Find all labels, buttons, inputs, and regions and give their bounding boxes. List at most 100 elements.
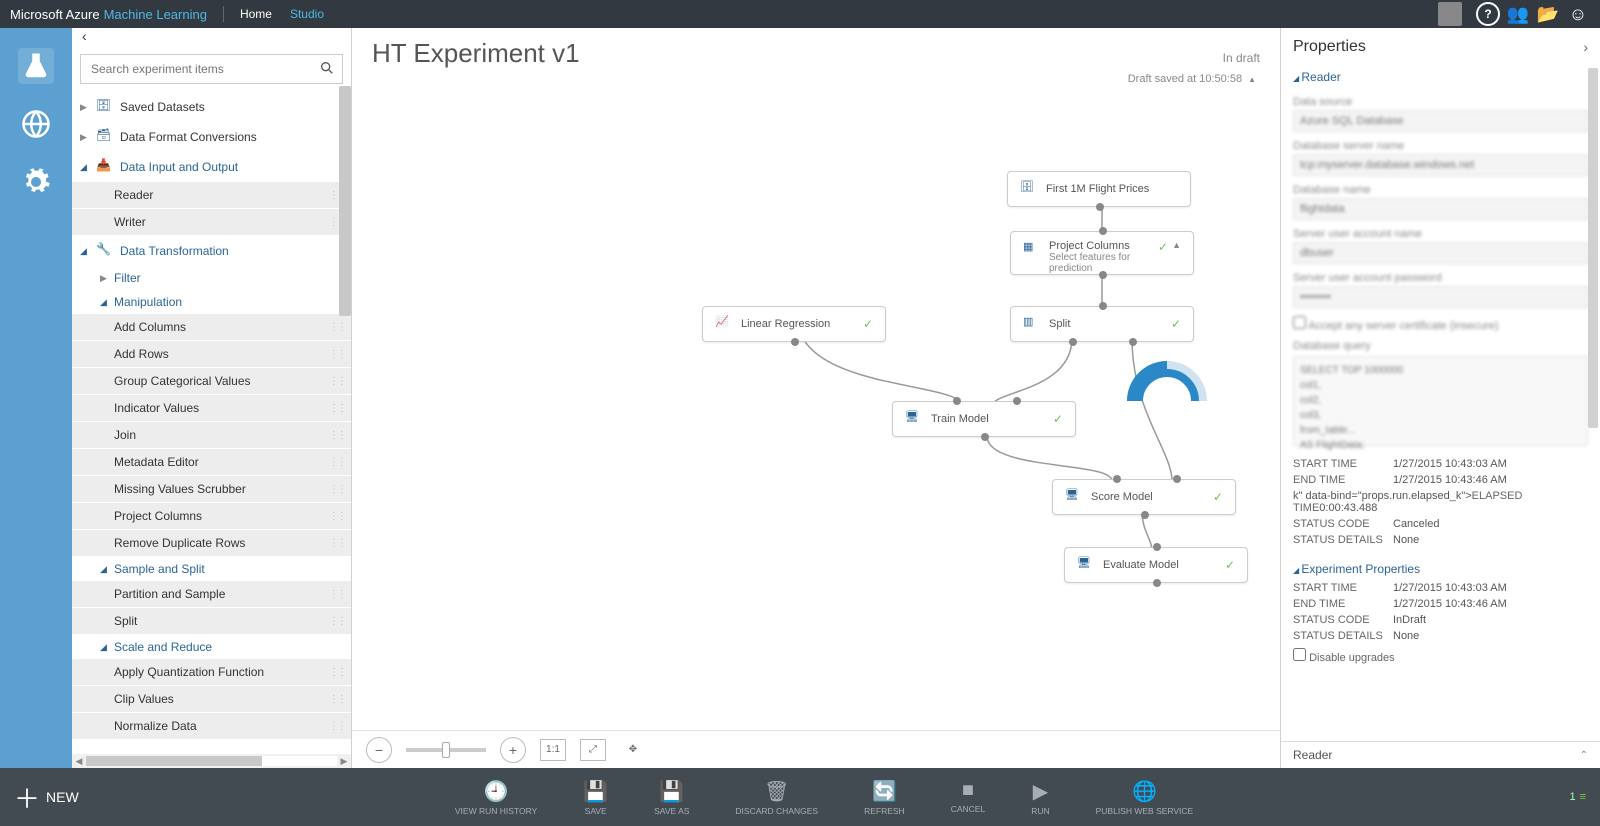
cat-data-io[interactable]: ◢📥Data Input and Output	[72, 152, 351, 182]
module-writer[interactable]: Writer⋮⋮	[72, 209, 351, 236]
module-quantization[interactable]: Apply Quantization Function⋮⋮	[72, 659, 351, 686]
save--button[interactable]: 💾SAVE	[583, 779, 608, 816]
module-missing-values[interactable]: Missing Values Scrubber⋮⋮	[72, 476, 351, 503]
database-icon: 🗄	[96, 98, 114, 116]
save-as-icon: 💾	[659, 779, 684, 804]
cancel-button[interactable]: ■CANCEL	[951, 779, 985, 816]
properties-panel: Properties › Reader Data source Azure SQ…	[1280, 28, 1600, 768]
bottom-bar: ＋NEW 🕘VIEW RUN HISTORY 💾SAVE 💾SAVE AS 🗑D…	[0, 768, 1600, 826]
properties-footer[interactable]: Reader⌃	[1281, 741, 1600, 768]
node-train-model[interactable]: 🖥 Train Model ✓	[892, 401, 1076, 437]
experiment-canvas[interactable]: 📥 Reader 🗄 First 1M Flight Prices ▦ Proj…	[352, 91, 1280, 730]
zoom-out-button[interactable]: −	[366, 737, 392, 763]
users-icon[interactable]: 👥	[1506, 2, 1530, 26]
prop-value[interactable]: tcp:myserver.database.windows.net	[1293, 154, 1588, 176]
prop-value[interactable]: ••••••••	[1293, 286, 1588, 308]
run-status-code: STATUS CODECanceled	[1293, 516, 1588, 532]
folder-icon[interactable]: 📂	[1536, 2, 1560, 26]
node-evaluate-model[interactable]: 🖥 Evaluate Model ✓	[1064, 547, 1248, 583]
view-run-history-button[interactable]: 🕘VIEW RUN HISTORY	[455, 779, 537, 816]
zoom-in-button[interactable]: +	[500, 737, 526, 763]
zoom-fit-button[interactable]: ⤢	[580, 739, 606, 761]
check-icon: ✓	[1213, 490, 1223, 504]
play-icon: ▶	[1033, 779, 1048, 804]
prop-value[interactable]: dbuser	[1293, 242, 1588, 264]
refresh-button[interactable]: 🔄REFRESH	[864, 779, 905, 816]
search-input[interactable]	[80, 54, 343, 84]
prop-label: Database server name	[1293, 140, 1588, 152]
new-button[interactable]: ＋NEW	[14, 779, 79, 816]
prop-label: Data source	[1293, 96, 1588, 108]
module-group-categorical[interactable]: Group Categorical Values⋮⋮	[72, 368, 351, 395]
nav-home[interactable]: Home	[240, 7, 272, 21]
collapse-properties-button[interactable]: ›	[1583, 39, 1588, 55]
prop-label: Server user account password	[1293, 272, 1588, 284]
module-split[interactable]: Split⋮⋮	[72, 608, 351, 635]
module-normalize[interactable]: Normalize Data⋮⋮	[72, 713, 351, 740]
node-project-columns[interactable]: ▦ Project ColumnsSelect features for pre…	[1010, 231, 1194, 275]
module-indicator-values[interactable]: Indicator Values⋮⋮	[72, 395, 351, 422]
evaluate-icon: 🖥	[1077, 556, 1095, 574]
user-avatar[interactable]	[1438, 2, 1462, 26]
palette-hscroll[interactable]: ◀▶	[72, 754, 351, 768]
publish-button[interactable]: 🌐PUBLISH WEB SERVICE	[1096, 779, 1194, 816]
prop-value[interactable]: flightdata	[1293, 198, 1588, 220]
node-split[interactable]: ▥ Split ✓	[1010, 306, 1194, 342]
plus-icon: ＋	[14, 779, 40, 816]
node-linear-regression[interactable]: 📈 Linear Regression ✓	[702, 306, 886, 342]
run-button[interactable]: ▶RUN	[1031, 779, 1049, 816]
module-add-columns[interactable]: Add Columns⋮⋮	[72, 314, 351, 341]
prop-checkbox-label[interactable]: Accept any server certificate (insecure)	[1293, 316, 1588, 332]
io-icon: 📥	[96, 158, 114, 176]
brand-ml: Machine Learning	[104, 7, 207, 22]
help-icon[interactable]: ?	[1476, 2, 1500, 26]
web-services-icon[interactable]	[18, 106, 54, 142]
node-flight-prices[interactable]: 🗄 First 1M Flight Prices	[1007, 171, 1191, 207]
prop-value[interactable]: Azure SQL Database	[1293, 110, 1588, 132]
module-remove-duplicates[interactable]: Remove Duplicate Rows⋮⋮	[72, 530, 351, 557]
module-join[interactable]: Join⋮⋮	[72, 422, 351, 449]
exp-status-details: STATUS DETAILSNone	[1293, 628, 1588, 644]
experiment-title[interactable]: HT Experiment v1	[372, 38, 580, 69]
pan-button[interactable]: ✥	[620, 739, 646, 761]
search-icon	[319, 60, 335, 81]
disable-upgrades-checkbox[interactable]: Disable upgrades	[1293, 644, 1588, 664]
run-start-time: START TIME1/27/2015 10:43:03 AM	[1293, 456, 1588, 472]
palette-scrollbar[interactable]	[339, 86, 351, 316]
experiments-icon[interactable]	[18, 48, 54, 84]
topbar-divider	[223, 6, 224, 22]
save-as-button[interactable]: 💾SAVE AS	[654, 779, 689, 816]
module-metadata-editor[interactable]: Metadata Editor⋮⋮	[72, 449, 351, 476]
canvas-toolbar: − + 1:1 ⤢ ✥	[352, 730, 1280, 768]
zoom-reset-button[interactable]: 1:1	[540, 739, 566, 761]
module-partition-sample[interactable]: Partition and Sample⋮⋮	[72, 581, 351, 608]
subcat-manipulation[interactable]: ◢Manipulation	[72, 290, 351, 314]
collapse-palette-button[interactable]: ‹	[72, 28, 351, 50]
top-bar: Microsoft Azure Machine Learning Home St…	[0, 0, 1600, 28]
module-reader[interactable]: Reader⋮⋮	[72, 182, 351, 209]
history-icon: 🕘	[484, 779, 509, 804]
prop-query[interactable]: SELECT TOP 1000000 col1, col2, col3, fro…	[1293, 356, 1588, 446]
experiment-canvas-wrap: HT Experiment v1 In draft Draft saved at…	[352, 28, 1280, 768]
subcat-filter[interactable]: ▶Filter	[72, 266, 351, 290]
cat-saved-datasets[interactable]: ▶🗄Saved Datasets	[72, 92, 351, 122]
cat-data-format[interactable]: ▶🗃Data Format Conversions	[72, 122, 351, 152]
prop-label: Database name	[1293, 184, 1588, 196]
properties-scrollbar[interactable]	[1588, 68, 1598, 428]
zoom-slider[interactable]	[406, 748, 486, 752]
cat-data-transform[interactable]: ◢🔧Data Transformation	[72, 236, 351, 266]
settings-icon[interactable]	[18, 164, 54, 200]
module-clip-values[interactable]: Clip Values⋮⋮	[72, 686, 351, 713]
section-reader[interactable]: Reader	[1293, 66, 1588, 88]
section-experiment-props[interactable]: Experiment Properties	[1293, 558, 1588, 580]
discard-button[interactable]: 🗑DISCARD CHANGES	[735, 779, 818, 816]
module-project-columns[interactable]: Project Columns⋮⋮	[72, 503, 351, 530]
module-add-rows[interactable]: Add Rows⋮⋮	[72, 341, 351, 368]
subcat-scale-reduce[interactable]: ◢Scale and Reduce	[72, 635, 351, 659]
node-score-model[interactable]: 🖥 Score Model ✓	[1052, 479, 1236, 515]
smile-icon[interactable]: ☺	[1566, 2, 1590, 26]
subcat-sample-split[interactable]: ◢Sample and Split	[72, 557, 351, 581]
nav-studio[interactable]: Studio	[290, 7, 324, 21]
transform-icon: 🔧	[96, 242, 114, 260]
check-icon: ✓	[1171, 317, 1181, 331]
